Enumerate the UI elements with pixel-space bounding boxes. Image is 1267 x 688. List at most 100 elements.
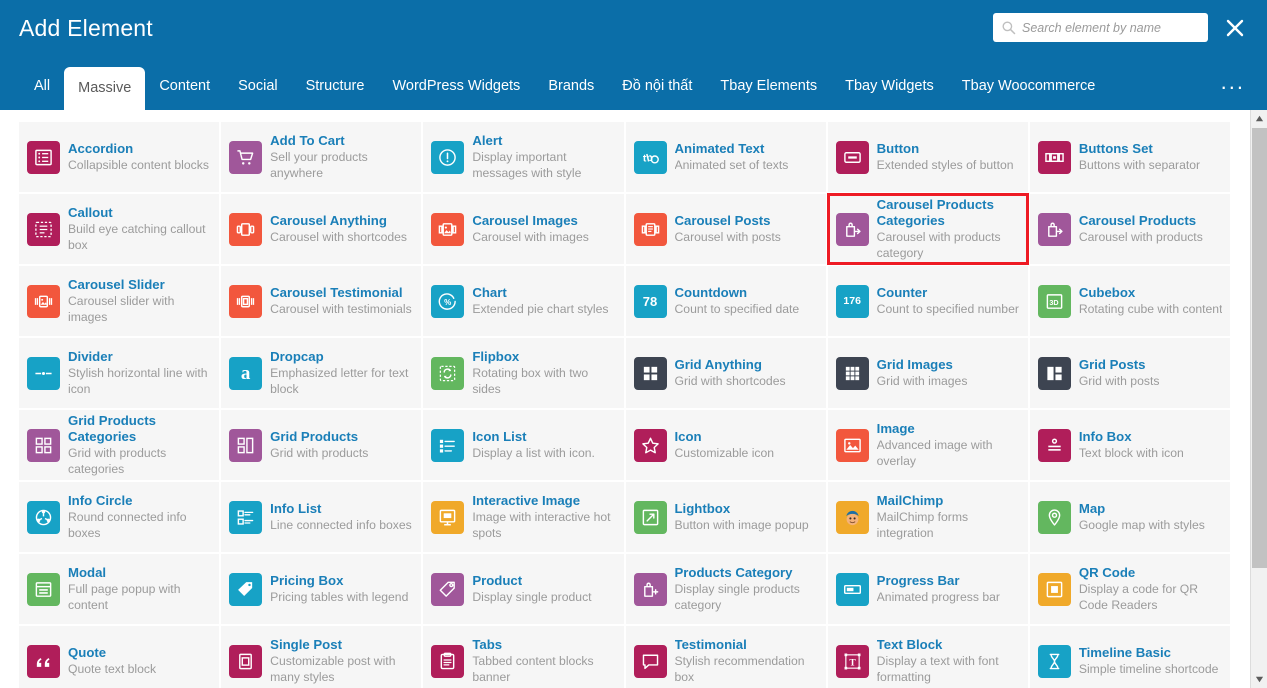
list-bullets-icon bbox=[27, 140, 60, 174]
category-tabs: All Massive Content Social Structure WordPres… bbox=[0, 62, 1267, 110]
element-card[interactable]: Products Category Display single products… bbox=[625, 554, 826, 624]
element-card[interactable]: 3D Cubebox Rotating cube with content bbox=[1029, 266, 1230, 336]
element-card[interactable]: Pricing Box Pricing tables with legend bbox=[221, 554, 422, 624]
element-card-text: Info Circle Round connected info boxes bbox=[68, 493, 213, 542]
element-card[interactable]: Lightbox Button with image popup bbox=[625, 482, 826, 552]
element-card[interactable]: % Chart Extended pie chart styles bbox=[423, 266, 624, 336]
tab-wordpress-widgets[interactable]: WordPress Widgets bbox=[378, 62, 534, 110]
element-card-description: Carousel with testimonials bbox=[270, 301, 412, 316]
element-card-title: Alert bbox=[472, 132, 503, 148]
element-card-description: Grid with products bbox=[270, 445, 369, 460]
element-card[interactable]: 176 Counter Count to specified number bbox=[827, 266, 1028, 336]
tab-n-i-th-t[interactable]: Đồ nội thất bbox=[608, 62, 706, 110]
element-card[interactable]: Timeline Basic Simple timeline shortcode bbox=[1029, 626, 1230, 688]
element-card-title: Chart bbox=[472, 284, 507, 300]
close-icon[interactable] bbox=[1220, 13, 1250, 43]
element-card[interactable]: Tabs Tabbed content blocks banner bbox=[423, 626, 624, 688]
info-box-icon bbox=[1037, 428, 1071, 462]
element-card[interactable]: Quote Quote text block bbox=[19, 626, 220, 688]
element-card[interactable]: Carousel Testimonial Carousel with testim… bbox=[221, 266, 422, 336]
element-card[interactable]: Info List Line connected info boxes bbox=[221, 482, 422, 552]
element-card[interactable]: t b Animated Text Animated set of texts bbox=[625, 122, 826, 192]
element-card-description: Collapsible content blocks bbox=[68, 157, 209, 172]
vertical-scrollbar[interactable] bbox=[1250, 110, 1267, 688]
element-card[interactable]: Buttons Set Buttons with separator bbox=[1029, 122, 1230, 192]
scroll-up-arrow-icon[interactable] bbox=[1251, 110, 1267, 127]
element-card[interactable]: Grid Images Grid with images bbox=[827, 338, 1028, 408]
element-card-title: Accordion bbox=[68, 140, 134, 156]
expand-arrows-icon bbox=[633, 500, 667, 534]
element-card[interactable]: QR Code Display a code for QR Code Reader… bbox=[1029, 554, 1230, 624]
element-card[interactable]: MailChimp MailChimp forms integration bbox=[827, 482, 1028, 552]
element-card[interactable]: Product Display single product bbox=[423, 554, 624, 624]
element-card-text: Counter Count to specified number bbox=[877, 285, 1019, 318]
element-card-title: Button bbox=[876, 140, 920, 156]
element-card[interactable]: Grid Products Grid with products bbox=[221, 410, 422, 480]
element-card[interactable]: Divider Stylish horizontal line with icon bbox=[19, 338, 220, 408]
element-card[interactable]: Testimonial Stylish recommendation box bbox=[625, 626, 826, 688]
testimonial-bubble-icon bbox=[633, 644, 667, 678]
element-card[interactable]: Grid Anything Grid with shortcodes bbox=[625, 338, 826, 408]
element-card-description: Grid with products categories bbox=[68, 445, 167, 476]
tab-tbay-widgets[interactable]: Tbay Widgets bbox=[831, 62, 948, 110]
element-card-description: Carousel with images bbox=[472, 229, 589, 244]
element-card[interactable]: Single Post Customizable post with many s… bbox=[221, 626, 422, 688]
element-card[interactable]: Carousel Posts Carousel with posts bbox=[625, 194, 826, 264]
buttons-set-icon bbox=[1037, 140, 1071, 174]
element-card[interactable]: Flipbox Rotating box with two sides bbox=[423, 338, 624, 408]
element-card[interactable]: Carousel Anything Carousel with shortcode… bbox=[221, 194, 422, 264]
map-pin-icon bbox=[1037, 500, 1071, 534]
element-card-description: Display important messages with style bbox=[472, 149, 582, 180]
element-card[interactable]: Carousel Slider Carousel slider with imag… bbox=[19, 266, 220, 336]
tab-massive[interactable]: Massive bbox=[64, 67, 146, 110]
element-card[interactable]: Icon Customizable icon bbox=[625, 410, 826, 480]
element-card-description: Carousel with products category bbox=[876, 229, 1001, 260]
element-card[interactable]: Image Advanced image with overlay bbox=[827, 410, 1028, 480]
element-card[interactable]: Carousel Products Carousel with products bbox=[1029, 194, 1230, 264]
element-card-description: Stylish horizontal line with icon bbox=[68, 365, 208, 396]
tab-all[interactable]: All bbox=[20, 62, 64, 110]
element-card[interactable]: 78 Countdown Count to specified date bbox=[625, 266, 826, 336]
element-card-title: Timeline Basic bbox=[1078, 644, 1171, 660]
element-card-description: Button with image popup bbox=[674, 517, 809, 532]
element-card-title: Carousel Products Categories bbox=[876, 196, 994, 228]
element-card[interactable]: Info Circle Round connected info boxes bbox=[19, 482, 220, 552]
tab-content[interactable]: Content bbox=[145, 62, 224, 110]
element-card[interactable]: Map Google map with styles bbox=[1029, 482, 1230, 552]
search-box[interactable] bbox=[993, 13, 1208, 42]
element-card-title: Cubebox bbox=[1078, 284, 1136, 300]
element-card[interactable]: Progress Bar Animated progress bar bbox=[827, 554, 1028, 624]
element-card[interactable]: Interactive Image Image with interactive … bbox=[423, 482, 624, 552]
tabs-overflow-button[interactable]: ... bbox=[1207, 62, 1267, 110]
element-card[interactable]: Carousel Images Carousel with images bbox=[423, 194, 624, 264]
tab-tbay-woocommerce[interactable]: Tbay Woocommerce bbox=[948, 62, 1110, 110]
element-card[interactable]: Alert Display important messages with sty… bbox=[423, 122, 624, 192]
element-card[interactable]: Icon List Display a list with icon. bbox=[423, 410, 624, 480]
element-card[interactable]: Carousel Products Categories Carousel wit… bbox=[826, 193, 1029, 265]
tab-tbay-elements[interactable]: Tbay Elements bbox=[706, 62, 831, 110]
element-card[interactable]: a Dropcap Emphasized letter for text block bbox=[221, 338, 422, 408]
element-card[interactable]: Accordion Collapsible content blocks bbox=[19, 122, 220, 192]
search-input[interactable] bbox=[1022, 20, 1200, 35]
element-card[interactable]: Callout Build eye catching callout box bbox=[19, 194, 220, 264]
tab-structure[interactable]: Structure bbox=[292, 62, 379, 110]
element-card[interactable]: Grid Posts Grid with posts bbox=[1029, 338, 1230, 408]
element-card[interactable]: Add To Cart Sell your products anywhere bbox=[221, 122, 422, 192]
element-card[interactable]: Info Box Text block with icon bbox=[1029, 410, 1230, 480]
element-card-title: QR Code bbox=[1078, 564, 1136, 580]
tab-social[interactable]: Social bbox=[224, 62, 292, 110]
element-card-text: Info List Line connected info boxes bbox=[270, 501, 412, 534]
flipbox-icon bbox=[431, 356, 465, 390]
scroll-down-arrow-icon[interactable] bbox=[1251, 671, 1267, 688]
element-card[interactable]: Grid Products Categories Grid with produc… bbox=[19, 410, 220, 480]
element-card[interactable]: Button Extended styles of button bbox=[827, 122, 1028, 192]
element-card-text: Alert Display important messages with sty… bbox=[472, 133, 617, 182]
element-card-description: Image with interactive hot spots bbox=[472, 509, 611, 540]
element-card[interactable]: T Text Block Display a text with font form… bbox=[827, 626, 1028, 688]
tab-brands[interactable]: Brands bbox=[534, 62, 608, 110]
scrollbar-thumb[interactable] bbox=[1252, 128, 1267, 568]
element-card-description: Line connected info boxes bbox=[270, 517, 412, 532]
element-card-description: Carousel with shortcodes bbox=[270, 229, 407, 244]
element-card-title: Lightbox bbox=[674, 500, 731, 516]
element-card[interactable]: Modal Full page popup with content bbox=[19, 554, 220, 624]
